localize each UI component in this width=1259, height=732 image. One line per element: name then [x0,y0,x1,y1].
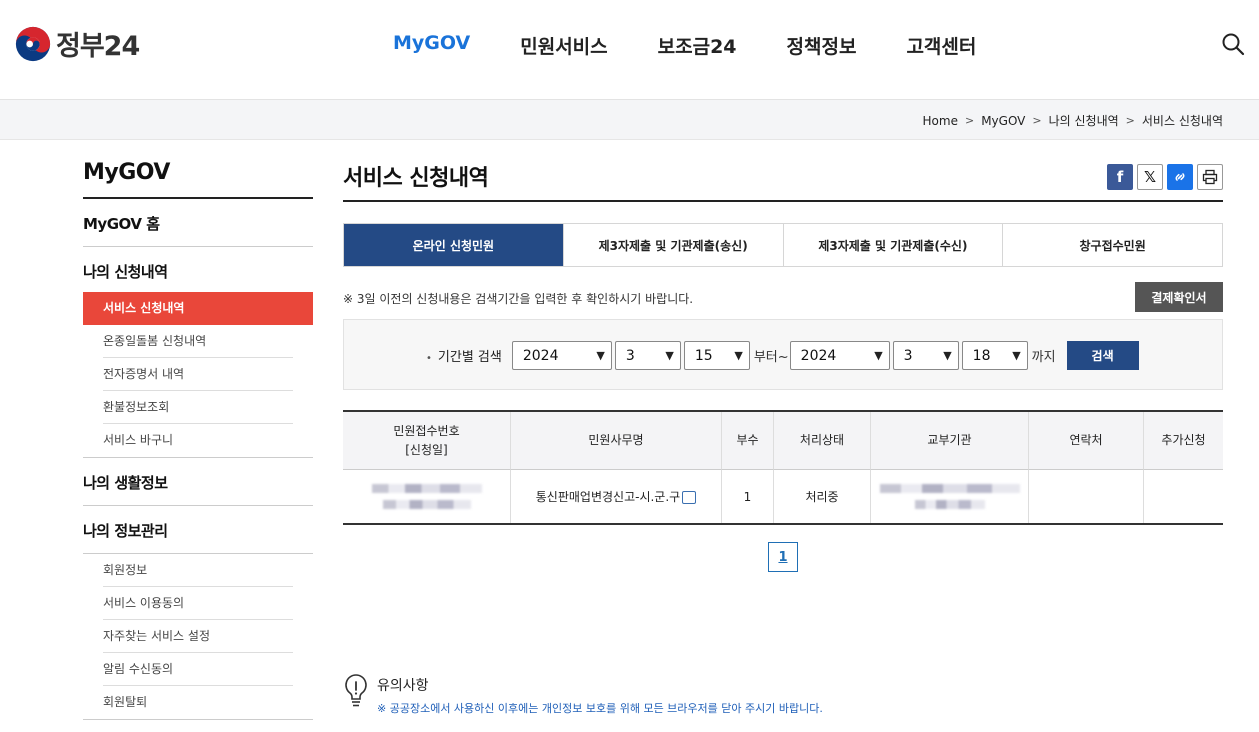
page-title: 서비스 신청내역 [343,160,1223,202]
col-status: 처리상태 [773,412,870,470]
caution-title: 유의사항 [377,678,429,694]
col-additional: 추가신청 [1143,412,1223,470]
logo[interactable]: 정부24 [14,24,140,63]
sidebar-item-refund-info[interactable]: 환불정보조회 [83,391,313,424]
issuing-agency-cell [870,470,1028,523]
sidebar: MyGOV MyGOV 홈 나의 신청내역 서비스 신청내역 온종일돌봄 신청내… [83,160,313,720]
sidebar-item-notification-consent[interactable]: 알림 수신동의 [83,653,313,686]
edit-icon[interactable] [682,491,697,504]
redacted-application-date [382,500,471,509]
tab-third-party-sent[interactable]: 제3자제출 및 기관제출(송신) [562,224,783,266]
redacted-agency [879,484,1020,493]
from-year-select[interactable]: 2024 ▼ [511,341,612,370]
application-tabs: 온라인 신청민원 제3자제출 및 기관제출(송신) 제3자제출 및 기관제출(수… [343,223,1223,267]
sidebar-item-e-certificates[interactable]: 전자증명서 내역 [83,358,313,391]
lightbulb-icon [345,674,367,707]
sidebar-item-service-applications[interactable]: 서비스 신청내역 [83,292,313,325]
sidebar-group-my-info[interactable]: 나의 정보관리 [83,506,313,554]
search-notice: ※ 3일 이전의 신청내용은 검색기간을 입력한 후 확인하시기 바랍니다. [343,292,694,306]
chevron-down-icon: ▼ [734,349,743,362]
col-copies: 부수 [721,412,773,470]
table-row[interactable]: 통신판매업변경신고-시.군.구 1 처리중 [343,470,1223,523]
caution-text: ※ 공공장소에서 사용하신 이후에는 개인정보 보호를 위해 모든 브라우저를 … [377,702,823,715]
from-day-select[interactable]: 15 ▼ [683,341,750,370]
share-toolbar: f 𝕏 [1107,164,1223,190]
sidebar-item-withdraw[interactable]: 회원탈퇴 [83,686,313,719]
caution-notice: 유의사항 ※ 공공장소에서 사용하신 이후에는 개인정보 보호를 위해 모든 브… [343,673,823,716]
nav-customer-center[interactable]: 고객센터 [906,32,976,59]
chevron-right-icon: > [1032,114,1042,127]
sidebar-group-life-info[interactable]: 나의 생활정보 [83,458,313,506]
breadcrumb-bar: Home > MyGOV > 나의 신청내역 > 서비스 신청내역 [0,100,1259,140]
sidebar-sub-my-info: 회원정보 서비스 이용동의 자주찾는 서비스 설정 알림 수신동의 회원탈퇴 [83,554,313,720]
link-copy-icon[interactable] [1167,164,1193,190]
contact-cell [1028,470,1143,523]
main-nav: MyGOV 민원서비스 보조금24 정책정보 고객센터 [393,32,1026,59]
sidebar-item-member-info[interactable]: 회원정보 [83,554,313,587]
logo-text: 정부24 [56,31,140,62]
nav-subsidy24[interactable]: 보조금24 [658,32,737,59]
to-day-select[interactable]: 18 ▼ [961,341,1028,370]
sidebar-title: MyGOV [83,160,313,199]
facebook-icon[interactable]: f [1107,164,1133,190]
nav-policy-info[interactable]: 정책정보 [787,32,857,59]
chevron-down-icon: ▼ [874,349,883,362]
breadcrumb-mygov[interactable]: MyGOV [981,114,1025,128]
table-header-row: 민원접수번호 [신청일] 민원사무명 부수 처리상태 교부기관 연락처 추가신청 [343,412,1223,470]
to-month-select[interactable]: 3 ▼ [892,341,959,370]
sidebar-item-favorite-services[interactable]: 자주찾는 서비스 설정 [83,620,313,653]
col-service-name: 민원사무명 [510,412,721,470]
chevron-right-icon: > [1125,114,1135,127]
sidebar-item-service-consent[interactable]: 서비스 이용동의 [83,587,313,620]
breadcrumb: Home > MyGOV > 나의 신청내역 > 서비스 신청내역 [923,112,1223,129]
chevron-right-icon: > [964,114,975,127]
redacted-receipt-number [371,484,482,493]
sidebar-item-mygov-home[interactable]: MyGOV 홈 [83,199,313,247]
payment-confirmation-button[interactable]: 결제확인서 [1135,282,1223,312]
tab-third-party-received[interactable]: 제3자제출 및 기관제출(수신) [782,224,1003,266]
search-icon[interactable] [1221,32,1245,56]
chevron-down-icon: ▼ [943,349,952,362]
to-year-select[interactable]: 2024 ▼ [789,341,890,370]
pagination-page-1[interactable]: 1 [768,542,798,572]
nav-civil-service[interactable]: 민원서비스 [520,32,607,59]
sidebar-item-daycare-applications[interactable]: 온종일돌봄 신청내역 [83,325,313,358]
col-contact: 연락처 [1028,412,1143,470]
search-button[interactable]: 검색 [1066,341,1139,370]
service-name-cell[interactable]: 통신판매업변경신고-시.군.구 [510,470,721,523]
from-month-select[interactable]: 3 ▼ [614,341,681,370]
sidebar-sub-applications: 서비스 신청내역 온종일돌봄 신청내역 전자증명서 내역 환불정보조회 서비스 … [83,292,313,458]
nav-mygov[interactable]: MyGOV [393,32,470,59]
receipt-number-cell[interactable] [343,470,510,523]
print-icon[interactable] [1197,164,1223,190]
additional-cell [1143,470,1223,523]
breadcrumb-home[interactable]: Home [923,114,958,128]
from-suffix: 부터~ [753,350,789,365]
applications-table: 민원접수번호 [신청일] 민원사무명 부수 처리상태 교부기관 연락처 추가신청… [343,410,1223,525]
chevron-down-icon: ▼ [596,349,605,362]
tab-counter-applications[interactable]: 창구접수민원 [1002,224,1222,266]
status-cell: 처리중 [773,470,870,523]
col-issuing-agency: 교부기관 [870,412,1028,470]
breadcrumb-current[interactable]: 서비스 신청내역 [1142,112,1223,129]
tab-online-applications[interactable]: 온라인 신청민원 [344,224,563,266]
chevron-down-icon: ▼ [665,349,674,362]
period-search-label: 기간별 검색 [426,346,502,365]
col-receipt-number: 민원접수번호 [신청일] [343,412,510,470]
period-search-box: 기간별 검색 2024▼ 3▼ 15▼ 부터~ 2024▼ 3▼ 18▼ 까지 … [343,319,1223,390]
x-twitter-icon[interactable]: 𝕏 [1137,164,1163,190]
site-header: 정부24 MyGOV 민원서비스 보조금24 정책정보 고객센터 [0,0,1259,100]
to-suffix: 까지 [1031,350,1056,365]
copies-cell: 1 [721,470,773,523]
sidebar-group-applications[interactable]: 나의 신청내역 [83,247,313,292]
taegeuk-logo-icon [15,26,51,61]
breadcrumb-applications[interactable]: 나의 신청내역 [1049,112,1119,129]
main-content: 서비스 신청내역 f 𝕏 온라인 신청민원 제3자제출 및 기관제출(송신) 제… [343,160,1223,715]
sidebar-item-service-basket[interactable]: 서비스 바구니 [83,424,313,457]
redacted-agency-2 [914,500,985,509]
chevron-down-icon: ▼ [1012,349,1021,362]
